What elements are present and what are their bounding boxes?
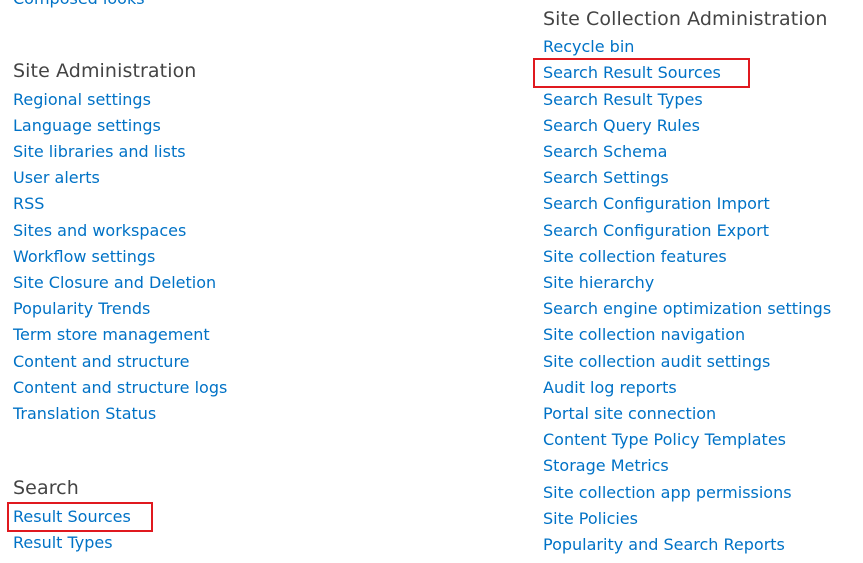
link-rss[interactable]: RSS <box>13 194 44 214</box>
link-site-collection-navigation[interactable]: Site collection navigation <box>543 325 745 345</box>
link-portal-site-connection[interactable]: Portal site connection <box>543 404 716 424</box>
link-composed-looks[interactable]: Composed looks <box>13 0 145 9</box>
link-user-alerts[interactable]: User alerts <box>13 168 100 188</box>
site-settings-page: Composed looks Site Administration Regio… <box>0 0 863 563</box>
heading-site-administration: Site Administration <box>13 60 197 82</box>
link-workflow-settings[interactable]: Workflow settings <box>13 247 155 267</box>
link-content-and-structure-logs[interactable]: Content and structure logs <box>13 378 227 398</box>
link-popularity-trends[interactable]: Popularity Trends <box>13 299 150 319</box>
link-search-query-rules[interactable]: Search Query Rules <box>543 116 700 136</box>
link-content-and-structure[interactable]: Content and structure <box>13 352 190 372</box>
link-recycle-bin[interactable]: Recycle bin <box>543 37 634 57</box>
heading-site-collection-administration: Site Collection Administration <box>543 8 828 30</box>
link-site-policies[interactable]: Site Policies <box>543 509 638 529</box>
link-search-configuration-export[interactable]: Search Configuration Export <box>543 221 769 241</box>
link-popularity-and-search-reports[interactable]: Popularity and Search Reports <box>543 535 785 555</box>
heading-search: Search <box>13 477 79 499</box>
link-search-result-sources[interactable]: Search Result Sources <box>543 63 721 83</box>
link-search-configuration-import[interactable]: Search Configuration Import <box>543 194 770 214</box>
link-site-libraries-and-lists[interactable]: Site libraries and lists <box>13 142 186 162</box>
link-regional-settings[interactable]: Regional settings <box>13 90 151 110</box>
link-audit-log-reports[interactable]: Audit log reports <box>543 378 677 398</box>
link-term-store-management[interactable]: Term store management <box>13 325 210 345</box>
link-result-types[interactable]: Result Types <box>13 533 113 553</box>
link-storage-metrics[interactable]: Storage Metrics <box>543 456 669 476</box>
link-translation-status[interactable]: Translation Status <box>13 404 156 424</box>
link-site-collection-app-permissions[interactable]: Site collection app permissions <box>543 483 792 503</box>
link-search-engine-optimization-settings[interactable]: Search engine optimization settings <box>543 299 831 319</box>
link-site-collection-features[interactable]: Site collection features <box>543 247 727 267</box>
link-language-settings[interactable]: Language settings <box>13 116 161 136</box>
link-search-result-types[interactable]: Search Result Types <box>543 90 703 110</box>
link-sites-and-workspaces[interactable]: Sites and workspaces <box>13 221 186 241</box>
link-cut-off-bottom <box>13 559 18 563</box>
link-search-schema[interactable]: Search Schema <box>543 142 667 162</box>
link-site-closure-and-deletion[interactable]: Site Closure and Deletion <box>13 273 216 293</box>
link-result-sources[interactable]: Result Sources <box>13 507 131 527</box>
link-site-hierarchy[interactable]: Site hierarchy <box>543 273 654 293</box>
link-site-collection-audit-settings[interactable]: Site collection audit settings <box>543 352 770 372</box>
link-content-type-policy-templates[interactable]: Content Type Policy Templates <box>543 430 786 450</box>
link-search-settings[interactable]: Search Settings <box>543 168 669 188</box>
